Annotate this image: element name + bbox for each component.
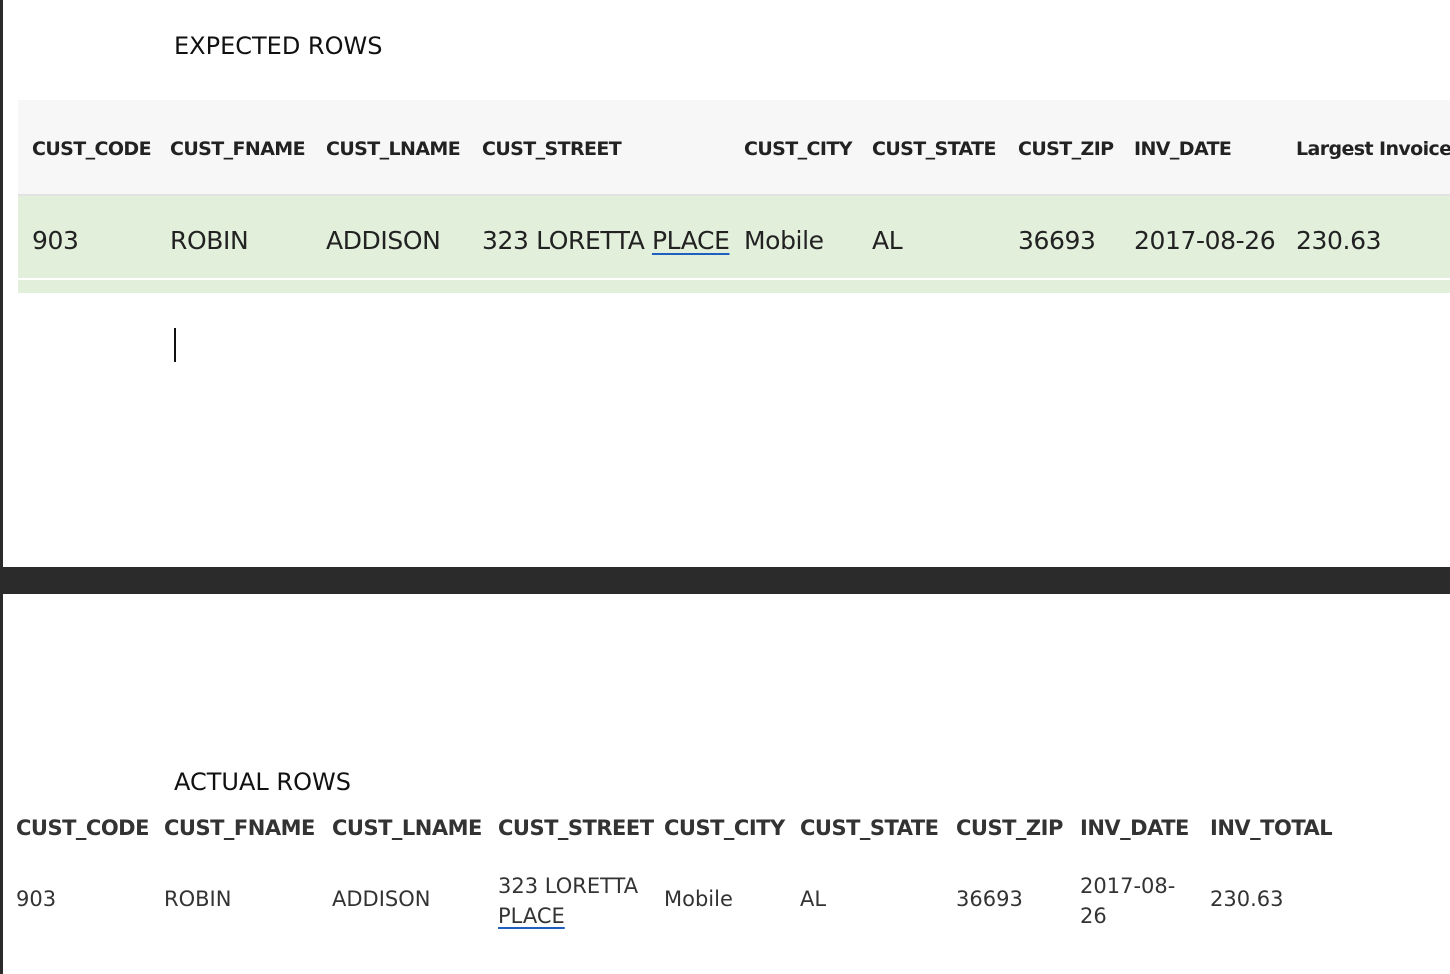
- column-header-cust-lname: CUST_LNAME: [326, 138, 461, 160]
- column-header-inv-date: INV_DATE: [1134, 138, 1232, 160]
- expected-rows-title: EXPECTED ROWS: [174, 32, 383, 60]
- cell-cust-code: 903: [32, 226, 79, 255]
- column-header-cust-fname: CUST_FNAME: [164, 816, 315, 840]
- spellcheck-word[interactable]: PLACE: [652, 226, 730, 255]
- cell-cust-code: 903: [16, 887, 57, 911]
- column-header-cust-code: CUST_CODE: [16, 816, 149, 840]
- column-header-inv-total: INV_TOTAL: [1210, 816, 1333, 840]
- text-cursor: [174, 328, 176, 362]
- column-header-cust-street: CUST_STREET: [498, 816, 654, 840]
- expected-rows-table: CUST_CODE CUST_FNAME CUST_LNAME CUST_STR…: [18, 100, 1450, 293]
- column-header-cust-zip: CUST_ZIP: [956, 816, 1063, 840]
- table-row: 903 ROBIN ADDISON 323 LORETTA PLACE Mobi…: [18, 196, 1450, 280]
- cell-cust-state: AL: [800, 887, 827, 911]
- cell-cust-state: AL: [872, 226, 903, 255]
- cell-cust-lname: ADDISON: [332, 887, 431, 911]
- column-header-cust-fname: CUST_FNAME: [170, 138, 306, 160]
- cell-cust-zip: 36693: [1018, 226, 1096, 255]
- column-header-cust-city: CUST_CITY: [664, 816, 785, 840]
- column-header-cust-lname: CUST_LNAME: [332, 816, 482, 840]
- column-header-cust-code: CUST_CODE: [32, 138, 152, 160]
- cell-inv-date-part: 2017-08-: [1080, 874, 1176, 898]
- cell-inv-date-part: 26: [1080, 904, 1107, 928]
- cell-cust-lname: ADDISON: [326, 226, 441, 255]
- column-header-cust-city: CUST_CITY: [744, 138, 852, 160]
- cell-cust-street: 323 LORETTA PLACE: [482, 226, 730, 255]
- cell-cust-fname: ROBIN: [170, 226, 249, 255]
- cell-inv-date: 2017-08-26: [1134, 226, 1276, 255]
- column-header-largest-invoice: Largest Invoice: [1296, 138, 1450, 160]
- cell-cust-fname: ROBIN: [164, 887, 232, 911]
- cell-cust-city: Mobile: [664, 887, 733, 911]
- cell-cust-zip: 36693: [956, 887, 1023, 911]
- column-header-cust-street: CUST_STREET: [482, 138, 622, 160]
- column-header-cust-zip: CUST_ZIP: [1018, 138, 1114, 160]
- pane-divider[interactable]: [0, 567, 1450, 594]
- column-header-inv-date: INV_DATE: [1080, 816, 1189, 840]
- cell-cust-street: 323 LORETTA PLACE: [498, 871, 648, 931]
- cell-cust-street-part: 323 LORETTA: [482, 226, 645, 255]
- column-header-cust-state: CUST_STATE: [800, 816, 939, 840]
- actual-rows-title: ACTUAL ROWS: [174, 768, 351, 796]
- spellcheck-word[interactable]: PLACE: [498, 904, 565, 928]
- cell-inv-date: 2017-08- 26: [1080, 871, 1190, 931]
- cell-inv-total: 230.63: [1210, 887, 1284, 911]
- cell-largest-invoice: 230.63: [1296, 226, 1382, 255]
- column-header-cust-state: CUST_STATE: [872, 138, 996, 160]
- table-header: CUST_CODE CUST_FNAME CUST_LNAME CUST_STR…: [18, 100, 1450, 196]
- table-row-empty: [18, 280, 1450, 293]
- cell-cust-street-part: 323 LORETTA: [498, 874, 639, 898]
- cell-cust-city: Mobile: [744, 226, 824, 255]
